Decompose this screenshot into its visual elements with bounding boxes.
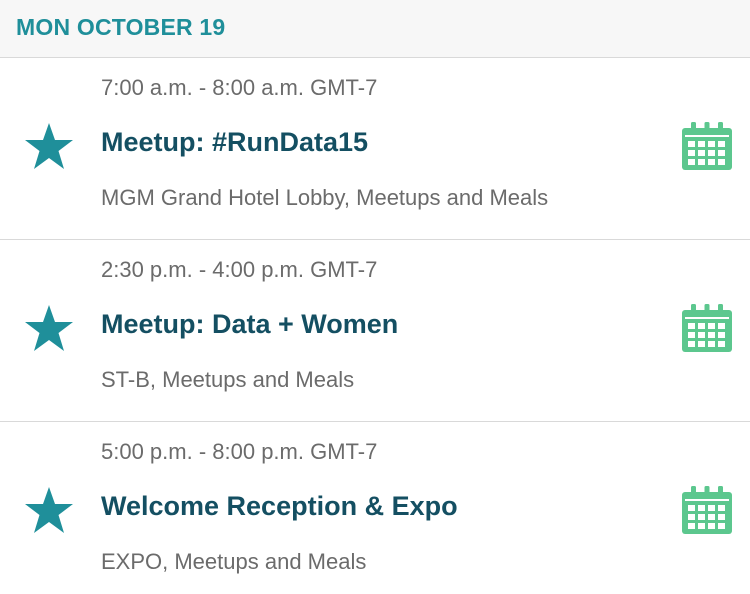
calendar-icon[interactable]	[682, 304, 732, 352]
calendar-icon[interactable]	[682, 122, 732, 170]
event-location: EXPO, Meetups and Meals	[101, 549, 367, 574]
event-time: 2:30 p.m. - 4:00 p.m. GMT-7	[101, 257, 378, 282]
event-location: ST-B, Meetups and Meals	[101, 367, 355, 392]
event-title[interactable]: Meetup: #RunData15	[101, 127, 368, 158]
event-title[interactable]: Welcome Reception & Expo	[101, 491, 458, 522]
star-icon[interactable]	[24, 485, 74, 535]
event-title[interactable]: Meetup: Data + Women	[101, 309, 398, 340]
event-row[interactable]: 2:30 p.m. - 4:00 p.m. GMT-7 Meetup: Data…	[0, 240, 750, 422]
event-row[interactable]: 7:00 a.m. - 8:00 a.m. GMT-7 Meetup: #Run…	[0, 58, 750, 240]
event-row[interactable]: 5:00 p.m. - 8:00 p.m. GMT-7 Welcome Rece…	[0, 422, 750, 594]
calendar-icon[interactable]	[682, 486, 732, 534]
event-time: 5:00 p.m. - 8:00 p.m. GMT-7	[101, 439, 378, 464]
day-header: MON OCTOBER 19	[0, 0, 750, 58]
event-time: 7:00 a.m. - 8:00 a.m. GMT-7	[101, 75, 378, 100]
event-location: MGM Grand Hotel Lobby, Meetups and Meals	[101, 185, 549, 210]
star-icon[interactable]	[24, 303, 74, 353]
day-title: MON OCTOBER 19	[16, 14, 226, 40]
star-icon[interactable]	[24, 121, 74, 171]
